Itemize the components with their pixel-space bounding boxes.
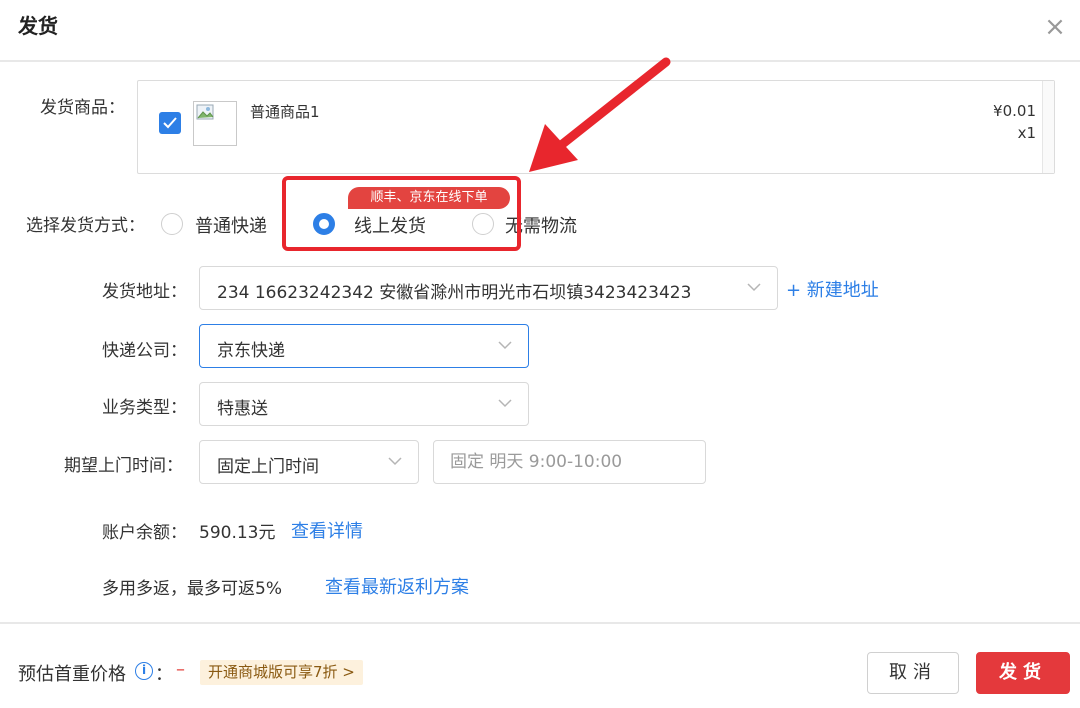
rebate-text: 多用多返，最多可返5%: [102, 579, 282, 599]
pickup-mode-select[interactable]: 固定上门时间: [199, 440, 419, 484]
estimate-label: 预估首重价格: [18, 664, 126, 685]
goods-price: ¥0.01: [993, 102, 1036, 120]
estimate-value: –: [176, 659, 185, 680]
balance-detail-link[interactable]: 查看详情: [291, 517, 363, 543]
goods-name: 普通商品1: [250, 103, 320, 121]
check-icon: [163, 117, 177, 129]
business-type-label: 业务类型：: [102, 398, 187, 418]
radio-normal-express[interactable]: [161, 213, 183, 235]
courier-select[interactable]: 京东快递: [199, 324, 529, 368]
ship-button[interactable]: 发货: [976, 652, 1070, 694]
courier-value: 京东快递: [217, 341, 285, 361]
estimate-colon: ：: [155, 664, 173, 685]
pickup-time-label: 期望上门时间：: [64, 456, 183, 476]
goods-label: 发货商品：: [40, 98, 125, 118]
goods-thumbnail: [193, 101, 237, 146]
balance-label: 账户余额：: [102, 523, 187, 543]
pickup-time-field[interactable]: [433, 440, 706, 484]
cancel-button[interactable]: 取消: [867, 652, 959, 694]
address-value: 234 16623242342 安徽省滁州市明光市石坝镇3423423423: [217, 283, 692, 303]
upgrade-promo-link[interactable]: 开通商城版可享7折 >: [200, 660, 363, 685]
rebate-plan-link[interactable]: 查看最新返利方案: [325, 573, 469, 599]
new-address-link[interactable]: + 新建地址: [786, 276, 879, 302]
business-type-select[interactable]: 特惠送: [199, 382, 529, 426]
goods-list: 普通商品1 ¥0.01 x1: [137, 80, 1055, 174]
pickup-mode-value: 固定上门时间: [217, 457, 319, 477]
balance-value: 590.13元: [199, 523, 276, 543]
goods-checkbox[interactable]: [159, 112, 181, 134]
business-type-value: 特惠送: [217, 399, 268, 419]
chevron-down-icon: [747, 283, 761, 292]
courier-label: 快递公司：: [102, 341, 187, 361]
pickup-time-input[interactable]: [434, 441, 705, 483]
chevron-down-icon: [388, 457, 402, 466]
goods-quantity: x1: [1017, 124, 1036, 142]
footer-divider: [0, 622, 1080, 624]
chevron-down-icon: [498, 341, 512, 350]
broken-image-icon: [196, 104, 214, 120]
address-select[interactable]: 234 16623242342 安徽省滁州市明光市石坝镇3423423423: [199, 266, 778, 310]
close-icon[interactable]: ×: [1044, 14, 1066, 40]
dialog-header: 发货 ×: [0, 0, 1080, 62]
goods-scrollbar[interactable]: [1042, 81, 1054, 173]
dialog-title: 发货: [18, 14, 58, 38]
annotation-highlight-box: [282, 176, 521, 251]
address-label: 发货地址：: [102, 282, 187, 302]
ship-dialog: 发货 × 发货商品： 普通商品1 ¥0.01 x1 选择发货方式： 普通快递 线…: [0, 0, 1080, 708]
shipping-method-label: 选择发货方式：: [26, 216, 145, 236]
chevron-down-icon: [498, 399, 512, 408]
info-icon[interactable]: i: [135, 662, 153, 680]
radio-normal-express-label[interactable]: 普通快递: [195, 212, 267, 238]
